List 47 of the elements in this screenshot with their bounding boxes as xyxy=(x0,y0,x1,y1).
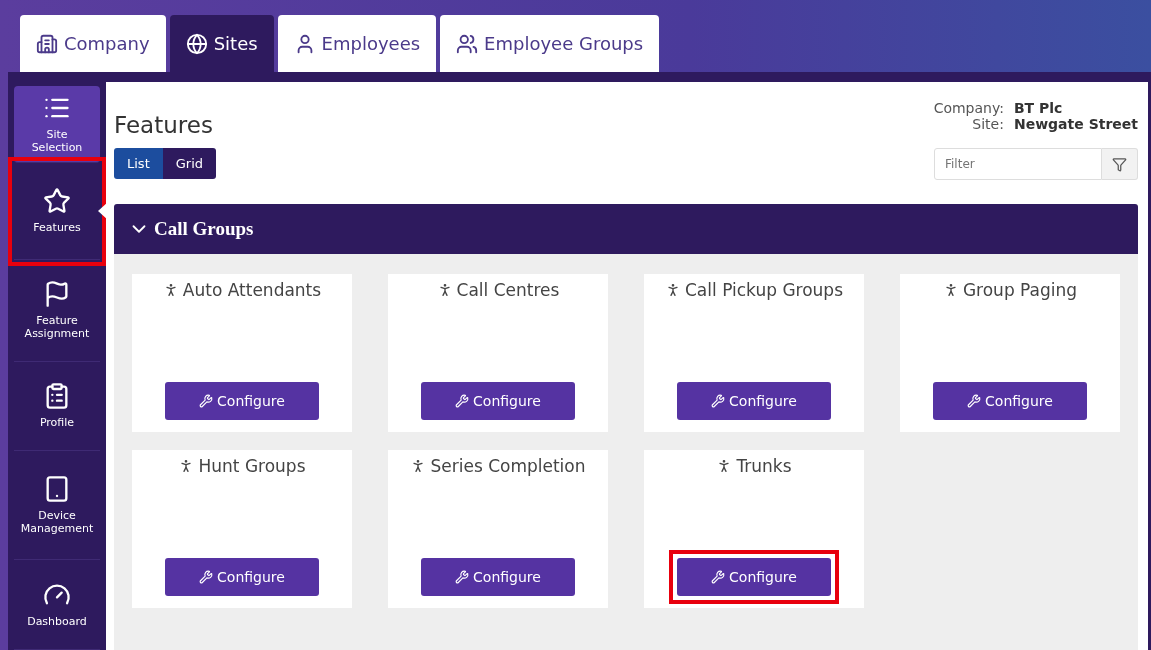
configure-button[interactable]: Configure xyxy=(165,558,319,596)
card-title: Auto Attendants xyxy=(162,280,322,300)
configure-button[interactable]: Configure xyxy=(421,382,575,420)
wrench-icon xyxy=(199,394,214,408)
card-title: Trunks xyxy=(716,456,792,476)
nav-tab[interactable]: Employees xyxy=(277,15,437,72)
filter-icon xyxy=(1112,156,1127,172)
nav-tab[interactable]: Company xyxy=(20,15,166,72)
wrench-icon xyxy=(199,570,214,584)
nav-tab[interactable]: Employee Groups xyxy=(440,15,660,72)
wrench-icon xyxy=(967,394,982,408)
wrench-icon xyxy=(711,570,726,584)
context-label: Company: xyxy=(933,100,1004,116)
context-value: BT Plc xyxy=(1013,100,1064,116)
configure-button[interactable]: Configure xyxy=(677,558,831,596)
card-title: Call Pickup Groups xyxy=(665,280,843,300)
star-icon xyxy=(43,187,71,216)
wrench-icon xyxy=(455,394,470,408)
nav-tab[interactable]: Sites xyxy=(169,15,274,72)
sidebar-item[interactable]: Device Management xyxy=(14,451,100,561)
configure-button[interactable]: Configure xyxy=(933,382,1087,420)
view-toggle[interactable]: Grid xyxy=(162,148,217,179)
sidebar-item[interactable]: Features xyxy=(14,162,100,261)
section-header[interactable]: Call Groups xyxy=(114,204,1138,254)
sidebar-item[interactable]: Dashboard xyxy=(14,560,100,650)
card-title: Call Centres xyxy=(436,280,560,300)
people-icon xyxy=(456,32,479,55)
filter-field[interactable]: Filter xyxy=(934,148,1102,180)
building-icon xyxy=(36,32,58,55)
view-toggle[interactable]: List xyxy=(114,148,163,179)
sidebar-item[interactable]: Profile xyxy=(14,361,100,452)
filter-button[interactable] xyxy=(1102,148,1138,180)
card-title: Series Completion xyxy=(410,456,586,476)
globe-icon xyxy=(185,32,208,55)
configure-button[interactable]: Configure xyxy=(677,382,831,420)
page-title: Features xyxy=(114,112,214,138)
context-label: Site: xyxy=(971,116,1004,132)
card-title: Hunt Groups xyxy=(178,456,306,476)
wrench-icon xyxy=(711,394,726,408)
person-icon xyxy=(665,282,681,298)
configure-button[interactable]: Configure xyxy=(165,382,319,420)
wrench-icon xyxy=(455,570,470,584)
card-title: Group Paging xyxy=(942,280,1078,300)
context-value: Newgate Street xyxy=(1013,116,1138,132)
sidebar-item[interactable]: Site Selection xyxy=(14,86,100,163)
configure-button[interactable]: Configure xyxy=(421,558,575,596)
sidebar-item[interactable]: Feature Assignment xyxy=(14,260,100,362)
